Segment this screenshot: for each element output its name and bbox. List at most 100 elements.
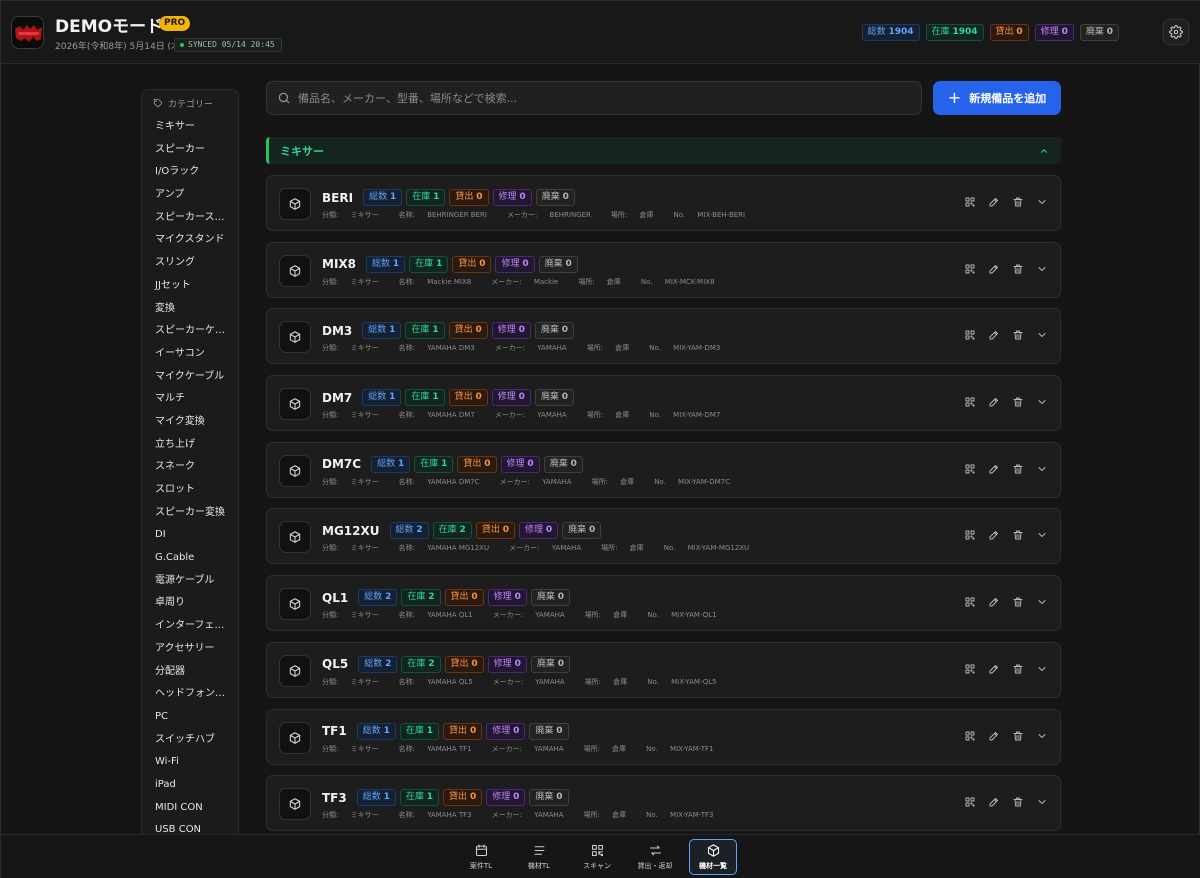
sidebar-item-category[interactable]: スピーカー [142,139,238,162]
qr-button[interactable] [963,729,977,743]
sidebar-item-category[interactable]: マイクケーブル [142,366,238,389]
sidebar-item-category[interactable]: ヘッドフォンアンプ [142,683,238,706]
sidebar-item-category[interactable]: スピーカーケーブル [142,320,238,343]
trash-icon [1013,597,1023,607]
delete-button[interactable] [1011,595,1025,609]
sidebar-item-category[interactable]: G.Cable [142,547,238,570]
item-meta: 分類: ミキサー 名称: YAMAHA MG12XU メーカー: YAMAHA 場所:… [322,543,769,553]
sidebar-item-category[interactable]: スロット [142,479,238,502]
qr-button[interactable] [963,328,977,342]
sidebar-item-category[interactable]: マイクスタンド [142,229,238,252]
delete-button[interactable] [1011,528,1025,542]
sidebar-item-category[interactable]: アクセサリー [142,638,238,661]
expand-button[interactable] [1035,395,1049,409]
nav-item-list[interactable]: 機材TL [515,839,563,875]
sidebar-item-category[interactable]: Wi-Fi [142,751,238,774]
section-header-mixer[interactable]: ミキサー [266,137,1061,164]
sidebar-item-category[interactable]: 分配器 [142,661,238,684]
qr-button[interactable] [963,462,977,476]
edit-button[interactable] [987,462,1001,476]
delete-button[interactable] [1011,462,1025,476]
item-card[interactable]: MIX8 総数 1 在庫 1 貸出 0 修理 0 廃棄 0 分類: ミキサー 名称: Mack… [266,241,1061,298]
item-chip-value: 1 [389,392,396,403]
expand-button[interactable] [1035,528,1049,542]
delete-button[interactable] [1011,195,1025,209]
expand-button[interactable] [1035,262,1049,276]
sidebar-item-category[interactable]: スリング [142,252,238,275]
expand-button[interactable] [1035,662,1049,676]
edit-button[interactable] [987,262,1001,276]
sidebar-item-category[interactable]: 立ち上げ [142,434,238,457]
item-card[interactable]: DM7 総数 1 在庫 1 貸出 0 修理 0 廃棄 0 分類: ミキサー 名称: YAMAH… [266,375,1061,432]
qr-button[interactable] [963,662,977,676]
qr-button[interactable] [963,395,977,409]
item-meta-category: 分類: ミキサー [322,678,389,686]
sidebar-item-category[interactable]: スネーク [142,456,238,479]
sidebar-item-category[interactable]: スピーカースタンド [142,207,238,230]
stat-value: 0 [1106,27,1113,37]
qr-button[interactable] [963,795,977,809]
edit-button[interactable] [987,595,1001,609]
item-chip-value: 1 [389,325,396,336]
sidebar-item-category[interactable]: スピーカー変換 [142,502,238,525]
add-item-button[interactable]: + 新規備品を追加 [933,81,1061,115]
edit-button[interactable] [987,729,1001,743]
qr-button[interactable] [963,195,977,209]
expand-button[interactable] [1035,195,1049,209]
settings-button[interactable] [1163,19,1189,45]
item-card[interactable]: DM3 総数 1 在庫 1 貸出 0 修理 0 廃棄 0 分類: ミキサー 名称: YAMAH… [266,308,1061,365]
nav-item-qr[interactable]: スキャン [573,839,621,875]
item-card[interactable]: QL1 総数 2 在庫 2 貸出 0 修理 0 廃棄 0 分類: ミキサー 名称: YAMAH… [266,575,1061,632]
sidebar-item-category[interactable]: MIDI CON [142,797,238,820]
sidebar-item-category[interactable]: iPad [142,774,238,797]
item-chip-label: 在庫 [438,525,457,536]
item-card[interactable]: TF1 総数 1 在庫 1 貸出 0 修理 0 廃棄 0 分類: ミキサー 名称: YAMAH… [266,708,1061,765]
delete-button[interactable] [1011,262,1025,276]
sidebar-item-category[interactable]: DI [142,524,238,547]
sidebar-item-category[interactable]: イーサコン [142,343,238,366]
item-card[interactable]: BERI 総数 1 在庫 1 貸出 0 修理 0 廃棄 0 分類: ミキサー 名称: BEHR… [266,175,1061,231]
sidebar-item-category[interactable]: マルチ [142,388,238,411]
edit-button[interactable] [987,795,1001,809]
expand-button[interactable] [1035,729,1049,743]
item-card[interactable]: QL5 総数 2 在庫 2 貸出 0 修理 0 廃棄 0 分類: ミキサー 名称: YAMAH… [266,641,1061,698]
nav-item-box[interactable]: 機材一覧 [689,839,737,875]
delete-button[interactable] [1011,395,1025,409]
sidebar-item-category[interactable]: アンプ [142,184,238,207]
sidebar-item-category[interactable]: PC [142,706,238,729]
expand-button[interactable] [1035,595,1049,609]
nav-item-swap[interactable]: 貸出・返却 [631,839,679,875]
sidebar-item-category[interactable]: スイッチハブ [142,729,238,752]
delete-button[interactable] [1011,795,1025,809]
sidebar-item-category[interactable]: ミキサー [142,116,238,139]
edit-button[interactable] [987,528,1001,542]
sidebar-item-category[interactable]: 電源ケーブル [142,570,238,593]
expand-button[interactable] [1035,462,1049,476]
edit-button[interactable] [987,195,1001,209]
qr-button[interactable] [963,595,977,609]
sidebar-item-category[interactable]: 卓周り [142,592,238,615]
edit-button[interactable] [987,395,1001,409]
expand-button[interactable] [1035,795,1049,809]
search-input[interactable] [298,91,898,105]
sidebar-item-category[interactable]: マイク変換 [142,411,238,434]
expand-button[interactable] [1035,328,1049,342]
qr-button[interactable] [963,262,977,276]
item-card[interactable]: MG12XU 総数 2 在庫 2 貸出 0 修理 0 廃棄 0 分類: ミキサー 名称: YA… [266,508,1061,565]
item-card[interactable]: TF3 総数 1 在庫 1 貸出 0 修理 0 廃棄 0 分類: ミキサー 名称: YAMAH… [266,775,1061,832]
add-item-label: 新規備品を追加 [969,92,1047,105]
sidebar-item-category[interactable]: JJセット [142,275,238,298]
delete-button[interactable] [1011,662,1025,676]
sidebar-item-category[interactable]: インターフェース [142,615,238,638]
edit-button[interactable] [987,662,1001,676]
qr-button[interactable] [963,528,977,542]
nav-item-calendar[interactable]: 案件TL [457,839,505,875]
delete-button[interactable] [1011,328,1025,342]
delete-button[interactable] [1011,729,1025,743]
sidebar-item-category[interactable]: I/Oラック [142,161,238,184]
chevron-up-icon[interactable] [1039,146,1049,156]
sidebar-item-category[interactable]: 変換 [142,298,238,321]
edit-button[interactable] [987,328,1001,342]
item-card[interactable]: DM7C 総数 1 在庫 1 貸出 0 修理 0 廃棄 0 分類: ミキサー 名称: YAMA… [266,441,1061,498]
search-bar[interactable] [266,81,922,115]
